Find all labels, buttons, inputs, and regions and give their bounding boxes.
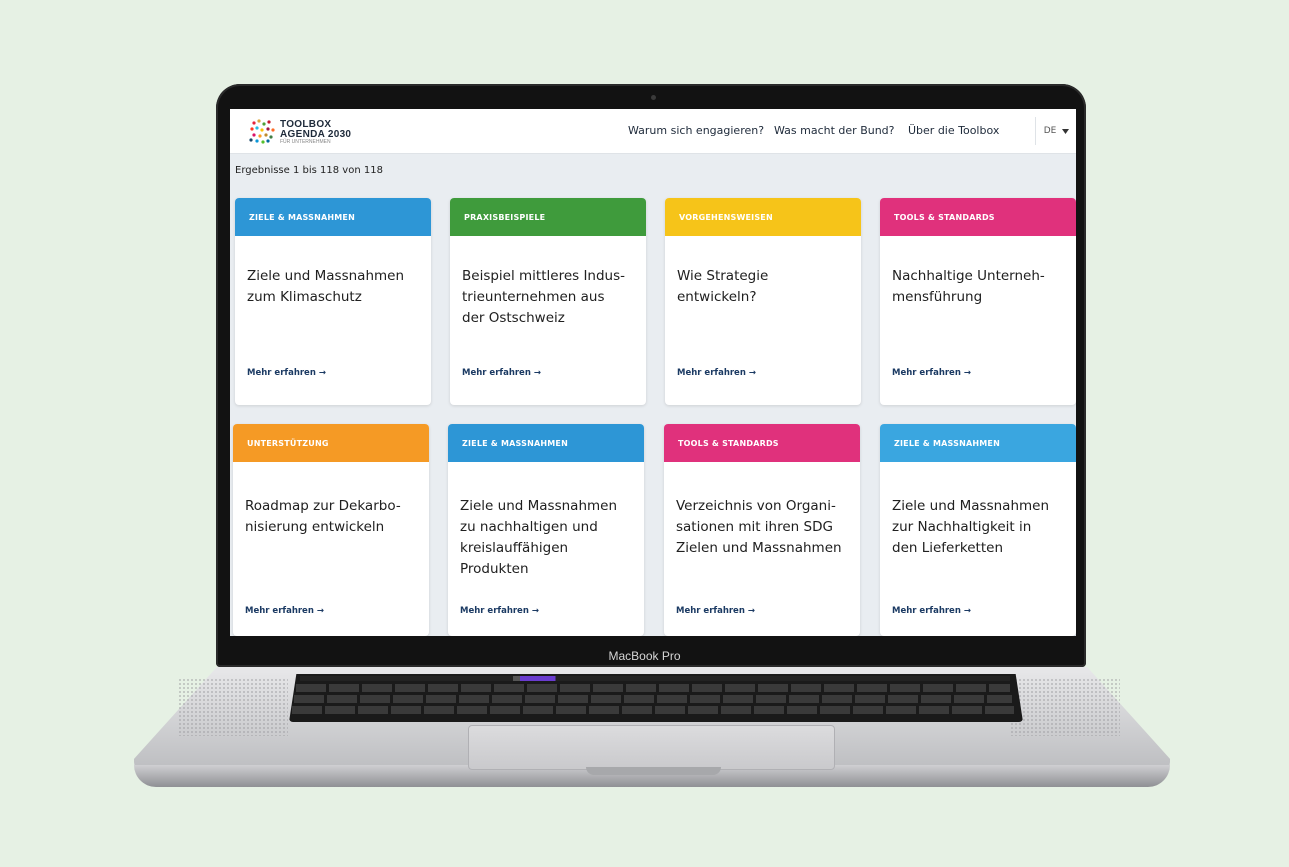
card-title: Nachhaltige Unterneh- mensführung xyxy=(892,268,1045,305)
card-klimaschutz[interactable]: ZIELE & MASSNAHMEN Ziele und Massnahmen … xyxy=(235,198,431,405)
card-more-link[interactable]: Mehr erfahren → xyxy=(460,606,539,616)
card-title: Beispiel mittleres Indus- trieunternehme… xyxy=(462,268,626,326)
trackpad xyxy=(468,725,835,770)
camera-icon xyxy=(651,95,656,100)
card-more-link[interactable]: Mehr erfahren → xyxy=(462,368,541,378)
nav-link-bund[interactable]: Was macht der Bund? xyxy=(774,124,895,137)
card-category: ZIELE & MASSNAHMEN xyxy=(880,424,1076,462)
card-industrie[interactable]: PRAXISBEISPIELE Beispiel mittleres Indus… xyxy=(450,198,646,405)
card-category: ZIELE & MASSNAHMEN xyxy=(235,198,431,236)
card-title: Roadmap zur Dekarbo- nisierung entwickel… xyxy=(245,498,401,535)
card-strategie[interactable]: VORGEHENSWEISEN Wie Strategie entwickeln… xyxy=(665,198,861,405)
card-more-link[interactable]: Mehr erfahren → xyxy=(245,606,324,616)
card-title: Ziele und Massnahmen zum Klimaschutz xyxy=(247,268,405,305)
card-unternehmensfuehrung[interactable]: TOOLS & STANDARDS Nachhaltige Unterneh- … xyxy=(880,198,1076,405)
card-produkte[interactable]: ZIELE & MASSNAHMEN Ziele und Massnahmen … xyxy=(448,424,644,636)
card-category: ZIELE & MASSNAHMEN xyxy=(448,424,644,462)
key-row xyxy=(292,706,1014,714)
nav-link-warum[interactable]: Warum sich engagieren? xyxy=(628,124,764,137)
logo-dots-icon xyxy=(249,119,275,144)
card-dekarbonisierung[interactable]: UNTERSTÜTZUNG Roadmap zur Dekarbo- nisie… xyxy=(233,424,429,636)
language-selector[interactable]: DE xyxy=(1035,117,1076,145)
card-category: PRAXISBEISPIELE xyxy=(450,198,646,236)
card-title: Ziele und Massnahmen zur Nachhaltigkeit … xyxy=(892,498,1050,556)
key-row xyxy=(294,695,1012,703)
card-lieferketten[interactable]: ZIELE & MASSNAHMEN Ziele und Massnahmen … xyxy=(880,424,1076,636)
key-row xyxy=(296,684,1010,692)
opening-notch xyxy=(586,767,721,775)
card-more-link[interactable]: Mehr erfahren → xyxy=(677,368,756,378)
logo-text-line3: FÜR UNTERNEHMEN xyxy=(280,139,331,145)
card-title: Ziele und Massnahmen zu nachhaltigen und… xyxy=(460,498,618,577)
card-verzeichnis[interactable]: TOOLS & STANDARDS Verzeichnis von Organi… xyxy=(664,424,860,636)
card-more-link[interactable]: Mehr erfahren → xyxy=(676,606,755,616)
touch-bar xyxy=(300,676,1010,681)
caret-down-icon xyxy=(1062,128,1070,134)
card-category: VORGEHENSWEISEN xyxy=(665,198,861,236)
nav-link-toolbox[interactable]: Über die Toolbox xyxy=(908,124,999,137)
speaker-grille-left xyxy=(178,678,288,736)
site-header: TOOLBOX AGENDA 2030 FÜR UNTERNEHMEN Waru… xyxy=(230,109,1076,154)
card-more-link[interactable]: Mehr erfahren → xyxy=(892,606,971,616)
card-title: Wie Strategie entwickeln? xyxy=(677,268,769,305)
device-brand-label: MacBook Pro xyxy=(608,649,681,663)
card-category: UNTERSTÜTZUNG xyxy=(233,424,429,462)
card-more-link[interactable]: Mehr erfahren → xyxy=(892,368,971,378)
laptop-screen: TOOLBOX AGENDA 2030 FÜR UNTERNEHMEN Waru… xyxy=(230,109,1076,636)
results-count: Ergebnisse 1 bis 118 von 118 xyxy=(235,165,383,176)
card-title: Verzeichnis von Organi- sationen mit ihr… xyxy=(676,498,842,556)
card-category: TOOLS & STANDARDS xyxy=(664,424,860,462)
site-logo[interactable]: TOOLBOX AGENDA 2030 FÜR UNTERNEHMEN xyxy=(248,117,388,145)
card-more-link[interactable]: Mehr erfahren → xyxy=(247,368,326,378)
language-value: DE xyxy=(1043,126,1057,136)
card-category: TOOLS & STANDARDS xyxy=(880,198,1076,236)
speaker-grille-right xyxy=(1010,678,1120,736)
